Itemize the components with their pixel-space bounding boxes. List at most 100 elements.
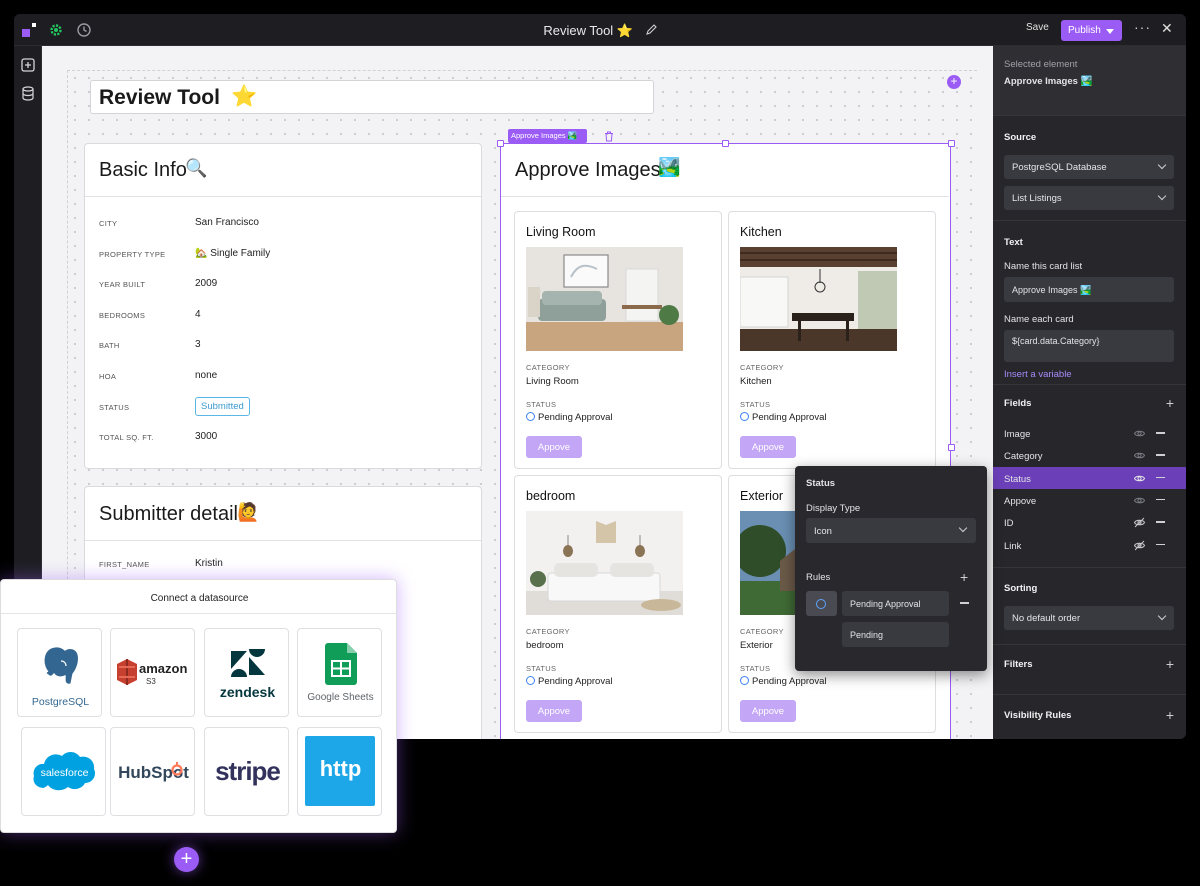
resize-handle[interactable]	[948, 140, 955, 147]
name-list-input[interactable]: Approve Images 🏞️	[1004, 277, 1174, 302]
add-filter-plus-icon[interactable]: +	[1166, 657, 1174, 671]
eye-off-icon[interactable]	[1134, 517, 1145, 528]
rule-match-input[interactable]: Pending	[842, 622, 949, 647]
source-query-select[interactable]: List Listings	[1004, 186, 1174, 210]
remove-field-minus-icon[interactable]	[1156, 521, 1165, 523]
info-value: 4	[195, 308, 201, 320]
rule-value-input[interactable]: Pending Approval	[842, 591, 949, 616]
status-value: Pending Approval	[526, 412, 612, 423]
visibility-rules-title: Visibility Rules	[1004, 710, 1072, 721]
basic-info-card[interactable]: Basic Info 🔍 CITY San Francisco PROPERTY T…	[84, 143, 482, 469]
info-label: YEAR BUILT	[99, 280, 146, 290]
remove-field-minus-icon[interactable]	[1156, 476, 1165, 479]
remove-field-minus-icon[interactable]	[1156, 543, 1165, 545]
status-value: Pending Approval	[526, 676, 612, 687]
image-card-kitchen[interactable]: Kitchen CATEGORY Kitchen STATUS Pending …	[728, 211, 936, 469]
eye-icon[interactable]	[1134, 473, 1145, 484]
zendesk-label: zendesk	[219, 684, 276, 700]
category-label: CATEGORY	[526, 363, 570, 372]
amazon-s3-tile[interactable]: amazon S3	[110, 628, 195, 717]
field-row-id[interactable]: ID	[993, 511, 1186, 533]
amazon-label: amazon	[139, 661, 188, 676]
field-row-category[interactable]: Category	[993, 444, 1186, 466]
approve-images-tag[interactable]: Approve Images 🏞️	[508, 129, 587, 143]
publish-button[interactable]: Publish	[1061, 20, 1122, 41]
display-type-select[interactable]: Icon	[806, 518, 976, 543]
google-sheets-tile[interactable]: Google Sheets	[297, 628, 382, 717]
database-icon[interactable]	[21, 86, 35, 101]
eye-icon[interactable]	[1134, 495, 1145, 506]
page-title-box[interactable]: Review Tool ⭐	[90, 80, 654, 114]
approve-button[interactable]: Appove	[526, 700, 582, 722]
status-text: Pending Approval	[752, 676, 827, 687]
rule-match-text: Pending	[850, 630, 884, 640]
filters-section: Filters +	[993, 644, 1186, 694]
source-query-value: List Listings	[1012, 193, 1062, 204]
field-row-status[interactable]: Status	[993, 466, 1186, 489]
image-card-bedroom[interactable]: bedroom CATEGORY bedroom STATUS Pending …	[514, 475, 722, 733]
field-row-link[interactable]: Link	[993, 534, 1186, 556]
clock-icon	[526, 412, 535, 421]
remove-field-minus-icon[interactable]	[1156, 454, 1165, 456]
add-rule-plus-icon[interactable]: +	[960, 570, 968, 584]
field-row-image[interactable]: Image	[993, 422, 1186, 444]
remove-field-minus-icon[interactable]	[1156, 498, 1165, 501]
google-sheets-label: Google Sheets	[307, 692, 374, 703]
add-component-icon[interactable]	[21, 58, 35, 72]
resize-handle[interactable]	[497, 140, 504, 147]
divider	[85, 540, 481, 541]
more-options-button[interactable]: ···	[1134, 19, 1151, 35]
status-text: Pending Approval	[538, 676, 613, 687]
card-title: Kitchen	[740, 225, 782, 239]
save-button[interactable]: Save	[1026, 22, 1049, 33]
info-label: PROPERTY TYPE	[99, 249, 166, 259]
info-value: 3000	[195, 431, 218, 443]
landscape-icon: 🏞️	[658, 157, 681, 177]
stripe-tile[interactable]: stripe	[204, 727, 289, 816]
sorting-select[interactable]: No default order	[1004, 606, 1174, 630]
remove-field-minus-icon[interactable]	[1156, 432, 1165, 434]
field-row-appove[interactable]: Appove	[993, 489, 1186, 511]
kitchen-photo	[740, 247, 897, 351]
eye-icon[interactable]	[1134, 428, 1145, 439]
approve-button[interactable]: Appove	[740, 436, 796, 458]
postgres-tile[interactable]: PostgreSQL	[17, 628, 102, 717]
app-title[interactable]: Review Tool ⭐	[14, 23, 1186, 39]
category-label: CATEGORY	[740, 363, 784, 372]
info-label: BEDROOMS	[99, 310, 146, 320]
trash-icon[interactable]	[604, 131, 614, 142]
field-name: Image	[1004, 429, 1031, 440]
image-card-living-room[interactable]: Living Room CATEGORY Living Room STATUS …	[514, 211, 722, 469]
approve-button[interactable]: Appove	[740, 700, 796, 722]
zendesk-tile[interactable]: zendesk	[204, 628, 289, 717]
salesforce-tile[interactable]: salesforce	[21, 727, 106, 816]
status-text: Pending Approval	[538, 412, 613, 423]
approve-images-title: Approve Images	[515, 159, 661, 181]
insert-variable-link[interactable]: Insert a variable	[1004, 369, 1072, 380]
name-card-input[interactable]: ${card.data.Category}	[1004, 330, 1174, 362]
basic-info-title: Basic Info	[99, 159, 187, 181]
rule-value-text: Pending Approval	[850, 599, 921, 609]
source-db-select[interactable]: PostgreSQL Database	[1004, 155, 1174, 179]
hubspot-tile[interactable]: HubSpot	[110, 727, 195, 816]
http-label: http	[319, 756, 362, 781]
eye-icon[interactable]	[1134, 450, 1145, 461]
add-visibility-rule-plus-icon[interactable]: +	[1166, 708, 1174, 722]
rule-icon-select[interactable]	[806, 591, 837, 616]
add-element-button[interactable]: +	[947, 75, 961, 89]
remove-rule-minus-icon[interactable]	[960, 602, 969, 604]
edit-pencil-icon[interactable]	[645, 24, 657, 36]
raising-hand-icon: 🙋	[237, 502, 260, 522]
resize-handle[interactable]	[948, 444, 955, 451]
info-value: 🏡 Single Family	[195, 247, 271, 259]
status-value: Pending Approval	[740, 412, 826, 423]
approve-button[interactable]: Appove	[526, 436, 582, 458]
field-name: Status	[1004, 473, 1031, 485]
http-tile[interactable]: http	[297, 727, 382, 816]
eye-off-icon[interactable]	[1134, 540, 1145, 551]
name-card-label: Name each card	[1004, 314, 1074, 325]
add-field-plus-icon[interactable]: +	[1166, 396, 1174, 410]
add-datasource-button[interactable]: +	[174, 847, 199, 872]
close-button[interactable]: ✕	[1161, 20, 1173, 37]
resize-handle[interactable]	[722, 140, 729, 147]
